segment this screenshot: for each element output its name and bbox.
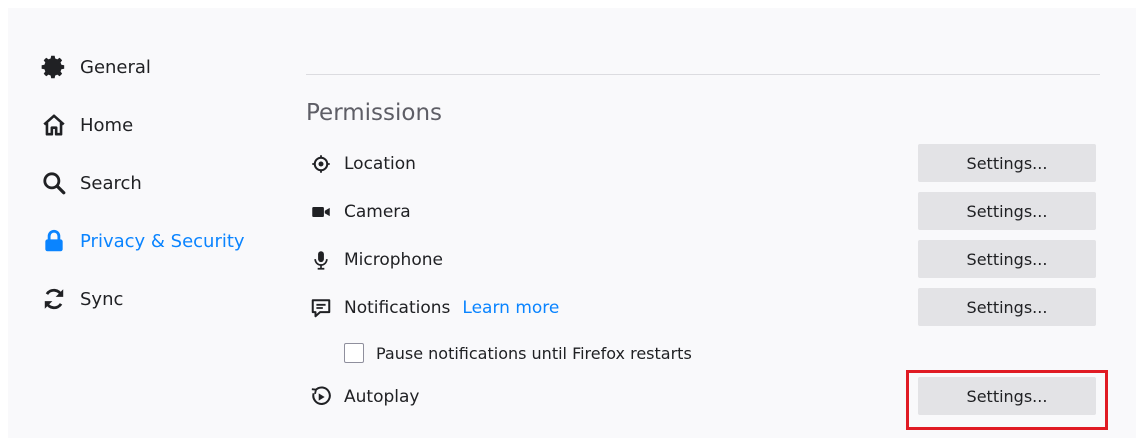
search-icon [40,169,68,197]
autoplay-icon [308,384,334,410]
sidebar-item-general[interactable]: General [8,38,268,96]
notifications-icon [308,295,334,321]
lock-icon [40,227,68,255]
camera-settings-button[interactable]: Settings... [918,192,1096,230]
section-divider [306,74,1100,75]
sidebar-item-privacy-security[interactable]: Privacy & Security [8,212,268,270]
pause-notifications-checkbox[interactable] [344,343,364,363]
location-icon [308,151,334,177]
sidebar-item-sync[interactable]: Sync [8,270,268,328]
sidebar-item-label: Home [80,114,134,136]
microphone-icon [308,247,334,273]
pause-notifications-label[interactable]: Pause notifications until Firefox restar… [376,344,692,363]
permission-row-microphone: Microphone Settings... [306,240,1096,280]
gear-icon [40,53,68,81]
sidebar-item-label: Sync [80,288,124,310]
camera-icon [308,199,334,225]
location-settings-button[interactable]: Settings... [918,144,1096,182]
main-content: Permissions Location Settings... Camera … [306,8,1106,438]
permission-label: Microphone [344,250,443,270]
permission-row-camera: Camera Settings... [306,192,1096,232]
permission-row-location: Location Settings... [306,144,1096,184]
pause-notifications-row: Pause notifications until Firefox restar… [344,338,844,368]
sidebar-item-label: Privacy & Security [80,230,245,252]
autoplay-settings-button[interactable]: Settings... [918,377,1096,415]
sidebar: General Home Search Privacy & Security S… [8,38,268,328]
permission-label: Autoplay [344,387,420,407]
home-icon [40,111,68,139]
sidebar-item-label: General [80,56,151,78]
permission-row-autoplay: Autoplay Settings... [306,377,1096,417]
sidebar-item-search[interactable]: Search [8,154,268,212]
permission-label: Notifications [344,298,451,318]
permissions-title: Permissions [306,100,443,126]
sync-icon [40,285,68,313]
learn-more-link[interactable]: Learn more [462,298,559,318]
preferences-window: General Home Search Privacy & Security S… [8,8,1136,438]
permission-row-notifications: Notifications Learn more Settings... [306,288,1096,328]
microphone-settings-button[interactable]: Settings... [918,240,1096,278]
sidebar-item-home[interactable]: Home [8,96,268,154]
permission-label: Camera [344,202,411,222]
notifications-settings-button[interactable]: Settings... [918,288,1096,326]
sidebar-item-label: Search [80,172,142,194]
permission-label: Location [344,154,416,174]
